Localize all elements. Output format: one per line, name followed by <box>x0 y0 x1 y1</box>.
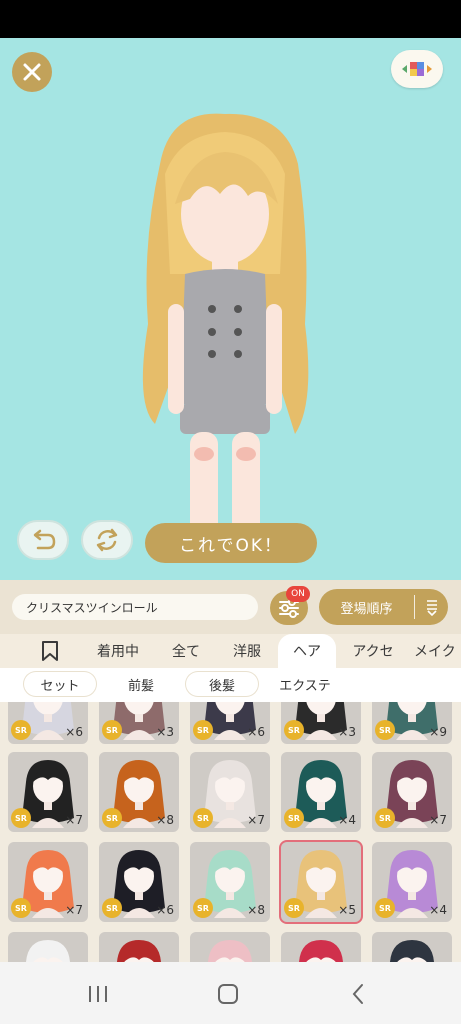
tab-bookmark[interactable] <box>24 634 76 668</box>
tab-clothes[interactable]: 洋服 <box>220 634 274 668</box>
rarity-badge: SR <box>375 720 395 740</box>
filter-on-badge: ON <box>286 586 310 602</box>
avatar-figure <box>142 113 309 557</box>
item-count: ×7 <box>247 813 265 827</box>
rarity-badge: SR <box>193 808 213 828</box>
item-count: ×8 <box>247 903 265 917</box>
outfit-name-field[interactable]: クリスマスツインロール <box>12 594 258 620</box>
item-count: ×4 <box>429 903 447 917</box>
hair-item-card[interactable]: SR <box>372 932 452 962</box>
item-count: ×8 <box>156 813 174 827</box>
hair-item-card[interactable]: SR ×5 <box>281 842 361 922</box>
item-count: ×6 <box>247 725 265 739</box>
hair-item-card[interactable]: SR ×4 <box>281 752 361 832</box>
hair-item-card[interactable]: SR ×4 <box>372 842 452 922</box>
reset-button[interactable] <box>81 520 133 560</box>
system-nav-bar <box>0 962 461 1024</box>
palette-icon <box>402 62 432 76</box>
hair-item-card[interactable]: SR ×7 <box>190 752 270 832</box>
rarity-badge: SR <box>193 898 213 918</box>
color-palette-button[interactable] <box>391 50 443 88</box>
avatar-stage: これでOK！ <box>0 38 461 580</box>
hair-subtabs: セット 前髪 後髪 エクステ <box>0 668 461 702</box>
item-count: ×6 <box>156 903 174 917</box>
hair-item-card[interactable]: SR ×9 <box>372 702 452 744</box>
hair-item-card[interactable]: SR ×7 <box>8 752 88 832</box>
hair-thumbnail <box>208 940 252 962</box>
hair-item-card[interactable]: SR ×3 <box>99 702 179 744</box>
rarity-badge: SR <box>102 898 122 918</box>
hair-item-card[interactable]: SR ×3 <box>281 702 361 744</box>
hair-thumbnail <box>299 940 343 962</box>
rarity-badge: SR <box>11 808 31 828</box>
rarity-badge: SR <box>193 720 213 740</box>
item-count: ×6 <box>65 725 83 739</box>
hair-item-card[interactable]: SR ×6 <box>190 702 270 744</box>
hair-item-card[interactable]: SR <box>99 932 179 962</box>
item-count: ×7 <box>65 903 83 917</box>
hair-item-card[interactable]: SR ×6 <box>99 842 179 922</box>
hair-item-card[interactable]: SR <box>281 932 361 962</box>
item-count: ×5 <box>338 903 356 917</box>
item-count: ×7 <box>65 813 83 827</box>
sort-label: 登場順序 <box>340 601 393 617</box>
tab-makeup[interactable]: メイク <box>414 634 461 668</box>
tab-all[interactable]: 全て <box>160 634 212 668</box>
hair-item-card[interactable]: SR ×8 <box>190 842 270 922</box>
item-count: ×3 <box>156 725 174 739</box>
rarity-badge: SR <box>11 898 31 918</box>
item-count: ×4 <box>338 813 356 827</box>
hair-item-card[interactable]: SR ×7 <box>372 752 452 832</box>
home-icon <box>218 984 238 1004</box>
tab-hair[interactable]: ヘア <box>278 634 336 668</box>
rarity-badge: SR <box>284 720 304 740</box>
hair-item-card[interactable]: SR <box>190 932 270 962</box>
hair-item-card[interactable]: SR <box>8 932 88 962</box>
rarity-badge: SR <box>375 898 395 918</box>
recent-apps-icon <box>89 986 107 1002</box>
tab-wearing[interactable]: 着用中 <box>84 634 152 668</box>
hair-thumbnail <box>390 940 434 962</box>
back-icon <box>352 984 363 1004</box>
sort-order-icon <box>415 598 448 616</box>
close-icon <box>23 63 41 81</box>
hair-item-card[interactable]: SR ×8 <box>99 752 179 832</box>
item-count: ×7 <box>429 813 447 827</box>
hair-item-card[interactable]: SR ×6 <box>8 702 88 744</box>
status-bar <box>0 0 461 38</box>
sort-button[interactable]: 登場順序 <box>319 589 448 625</box>
subtab-back-hair[interactable]: 後髪 <box>186 672 258 696</box>
rarity-badge: SR <box>284 898 304 918</box>
hair-item-grid: SR ×6 SR ×3 SR ×6 SR ×3 SR ×9 SR ×7 SR ×8 SR ×7 SR ×4 SR ×7… <box>0 702 461 962</box>
sort-divider <box>414 595 415 619</box>
hair-thumbnail <box>117 940 161 962</box>
undo-button[interactable] <box>17 520 69 560</box>
subtab-bangs[interactable]: 前髪 <box>110 672 172 696</box>
item-count: ×3 <box>338 725 356 739</box>
rarity-badge: SR <box>11 720 31 740</box>
hair-thumbnail <box>26 940 70 962</box>
refresh-icon <box>96 528 118 552</box>
close-button[interactable] <box>12 52 52 92</box>
item-count: ×9 <box>429 725 447 739</box>
confirm-button[interactable]: これでOK！ <box>145 523 317 563</box>
rarity-badge: SR <box>102 808 122 828</box>
tab-accessory[interactable]: アクセ <box>340 634 406 668</box>
wardrobe-panel: クリスマスツインロール ON 登場順序 着用中 全て 洋服 ヘア アクセ メイク… <box>0 580 461 962</box>
hair-item-card[interactable]: SR ×7 <box>8 842 88 922</box>
category-tabs: 着用中 全て 洋服 ヘア アクセ メイク <box>0 634 461 668</box>
rarity-badge: SR <box>284 808 304 828</box>
subtab-set[interactable]: セット <box>24 672 96 696</box>
recent-apps-button[interactable] <box>78 980 118 1008</box>
bookmark-icon <box>42 641 58 661</box>
home-button[interactable] <box>208 980 248 1008</box>
rarity-badge: SR <box>375 808 395 828</box>
back-button[interactable] <box>338 980 378 1008</box>
subtab-extension[interactable]: エクステ <box>268 672 342 696</box>
rarity-badge: SR <box>102 720 122 740</box>
undo-icon <box>33 529 56 550</box>
